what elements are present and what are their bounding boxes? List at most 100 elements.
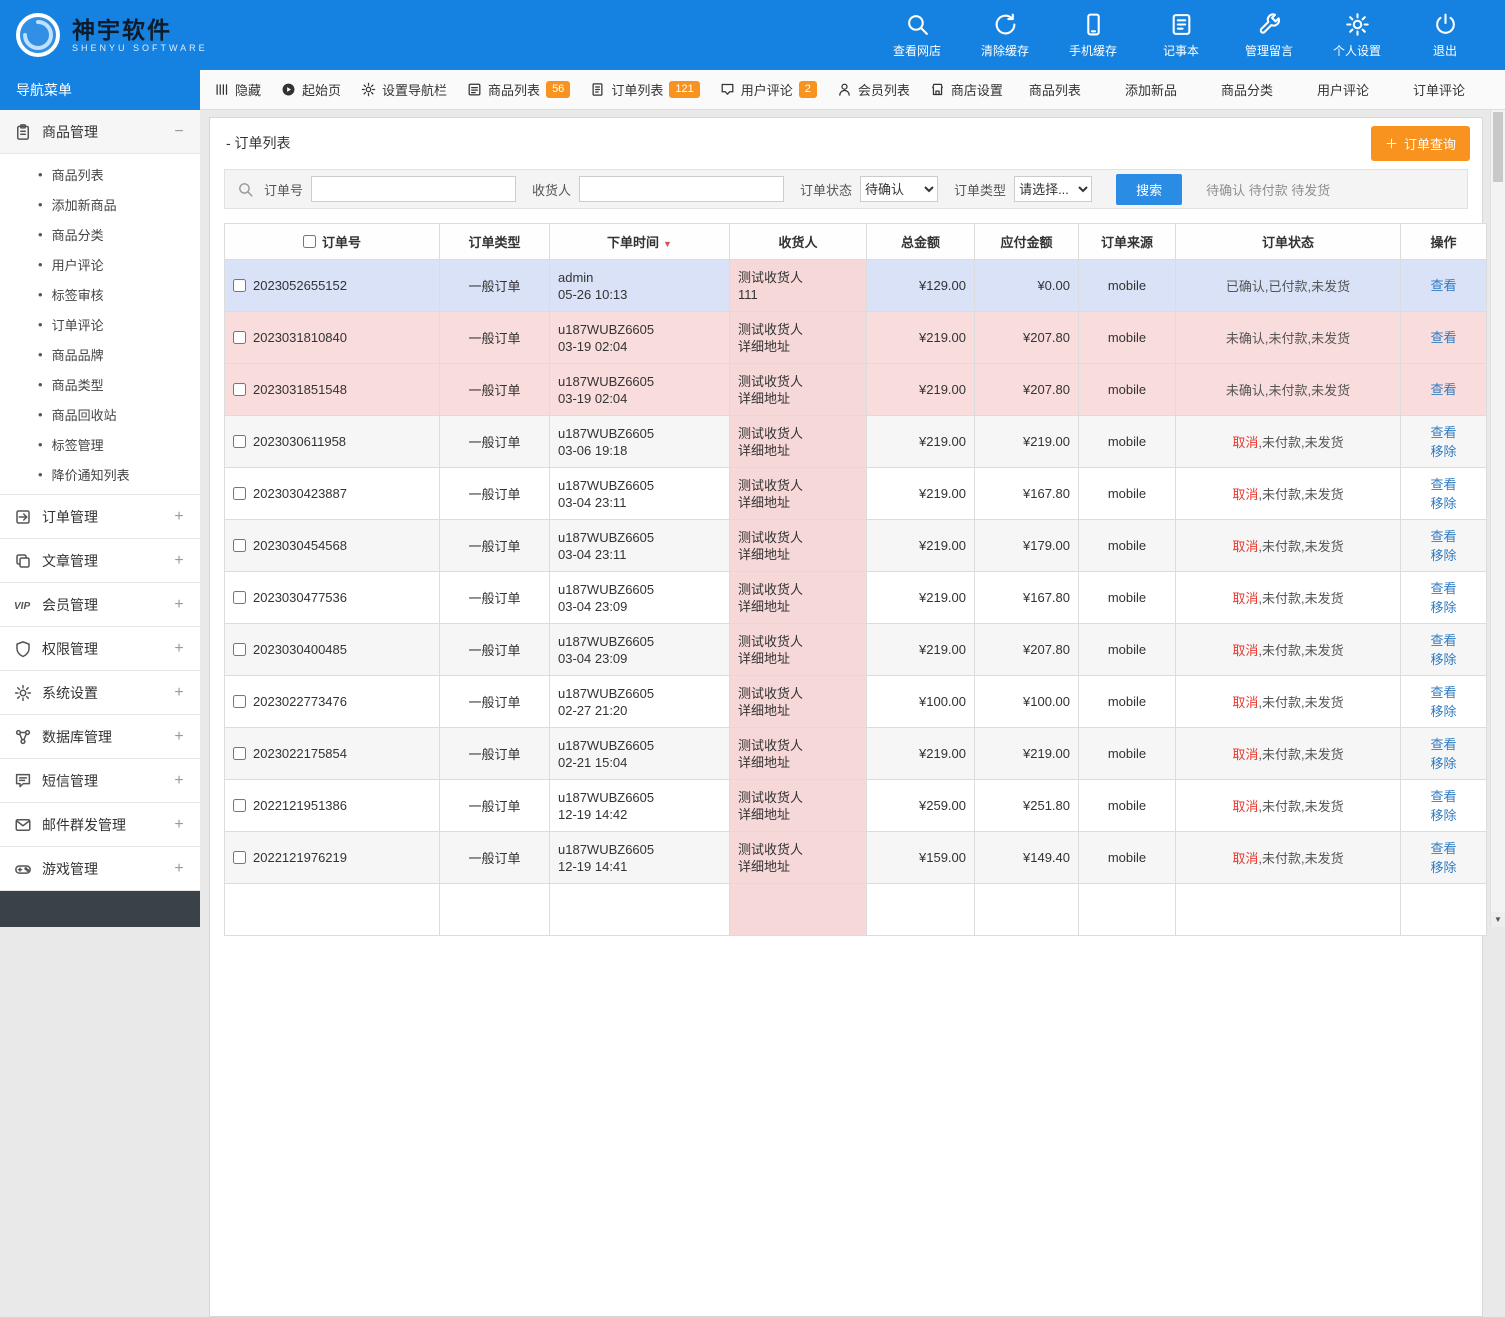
tab-order-list[interactable]: 订单列表121 [590,80,699,99]
expand-toggle-icon[interactable]: + [172,552,186,570]
expand-toggle-icon[interactable]: + [172,508,186,526]
view-link[interactable]: 查看 [1409,475,1478,494]
order-type-select[interactable]: 请选择... [1014,176,1092,202]
expand-toggle-icon[interactable]: + [172,728,186,746]
header-action-logout[interactable]: 退出 [1419,12,1471,59]
sidebar-item-articles[interactable]: 文章管理+ [0,539,200,583]
row-checkbox[interactable] [233,695,246,708]
scroll-down-arrow[interactable]: ▼ [1491,912,1505,927]
sidebar-subitem[interactable]: 降价通知列表 [0,459,200,489]
sidebar-item-database[interactable]: 数据库管理+ [0,715,200,759]
tab-goods-list[interactable]: 商品列表56 [467,80,570,99]
sidebar-subitem[interactable]: 商品回收站 [0,399,200,429]
consignee-input[interactable] [579,176,784,202]
remove-link[interactable]: 移除 [1409,494,1478,513]
view-link[interactable]: 查看 [1409,328,1478,347]
sidebar-subitem[interactable]: 添加新商品 [0,189,200,219]
order-type: 一般订单 [440,364,550,416]
view-link[interactable]: 查看 [1409,527,1478,546]
sidebar-item-members[interactable]: VIP会员管理+ [0,583,200,627]
remove-link[interactable]: 移除 [1409,806,1478,825]
tab-link[interactable]: 用户评论 [1317,80,1369,99]
tab-link[interactable]: 订单评论 [1413,80,1465,99]
view-link[interactable]: 查看 [1409,380,1478,399]
view-link[interactable]: 查看 [1409,839,1478,858]
view-link[interactable]: 查看 [1409,787,1478,806]
remove-link[interactable]: 移除 [1409,598,1478,617]
view-link[interactable]: 查看 [1409,276,1478,295]
remove-link[interactable]: 移除 [1409,754,1478,773]
select-all-checkbox[interactable] [303,235,316,248]
sidebar-item-orders[interactable]: 订单管理+ [0,495,200,539]
row-checkbox[interactable] [233,851,246,864]
header-action-mobile-cache[interactable]: 手机缓存 [1067,12,1119,59]
sidebar-subitem[interactable]: 用户评论 [0,249,200,279]
header-action-manage-messages[interactable]: 管理留言 [1243,12,1295,59]
sidebar-item-system[interactable]: 系统设置+ [0,671,200,715]
expand-toggle-icon[interactable]: + [172,772,186,790]
sidebar-subitem[interactable]: 标签管理 [0,429,200,459]
remove-link[interactable]: 移除 [1409,650,1478,669]
tab-user-comments[interactable]: 用户评论2 [720,80,817,99]
expand-toggle-icon[interactable]: + [172,860,186,878]
sidebar-subitem[interactable]: 商品分类 [0,219,200,249]
row-checkbox[interactable] [233,383,246,396]
header-action-clear-cache[interactable]: 清除缓存 [979,12,1031,59]
vertical-scrollbar[interactable]: ▼ [1490,110,1505,927]
row-checkbox[interactable] [233,279,246,292]
sidebar-subitem[interactable]: 订单评论 [0,309,200,339]
scrollbar-thumb[interactable] [1493,112,1503,182]
expand-toggle-icon[interactable]: + [172,640,186,658]
header-action-view-shop[interactable]: 查看网店 [891,12,943,59]
row-checkbox[interactable] [233,747,246,760]
order-status-select[interactable]: 待确认 [860,176,938,202]
tab-link[interactable]: 商品列表 [1029,80,1081,99]
remove-link[interactable]: 移除 [1409,702,1478,721]
order-actions: 查看 移除 [1401,572,1487,624]
view-link[interactable]: 查看 [1409,631,1478,650]
search-button[interactable]: 搜索 [1116,174,1182,205]
view-link[interactable]: 查看 [1409,735,1478,754]
tool-hide[interactable]: 隐藏 [214,80,261,99]
header-action-personal-settings[interactable]: 个人设置 [1331,12,1383,59]
sidebar-subitem[interactable]: 标签审核 [0,279,200,309]
sidebar-item-goods[interactable]: 商品管理− [0,110,200,154]
sidebar-subitem[interactable]: 商品类型 [0,369,200,399]
sidebar-item-sms[interactable]: 短信管理+ [0,759,200,803]
remove-link[interactable]: 移除 [1409,442,1478,461]
row-checkbox[interactable] [233,539,246,552]
order-no-input[interactable] [311,176,516,202]
view-link[interactable]: 查看 [1409,423,1478,442]
view-link[interactable]: 查看 [1409,683,1478,702]
tab-shop-settings[interactable]: 商店设置 [930,80,1003,99]
sidebar-item-mail[interactable]: 邮件群发管理+ [0,803,200,847]
row-checkbox[interactable] [233,331,246,344]
expand-toggle-icon[interactable]: + [172,684,186,702]
order-query-button[interactable]: 订单查询 [1371,126,1470,161]
row-checkbox[interactable] [233,487,246,500]
view-link[interactable]: 查看 [1409,579,1478,598]
row-checkbox[interactable] [233,643,246,656]
expand-toggle-icon[interactable]: + [172,816,186,834]
col-order-no: 订单号 [322,232,361,251]
expand-toggle-icon[interactable]: − [172,123,186,141]
row-checkbox[interactable] [233,591,246,604]
sidebar-item-permissions[interactable]: 权限管理+ [0,627,200,671]
col-order-time[interactable]: 下单时间▼ [550,224,730,260]
tool-start-page[interactable]: 起始页 [281,80,341,99]
sidebar-subitem[interactable]: 商品列表 [0,159,200,189]
row-checkbox[interactable] [233,435,246,448]
tool-nav-settings[interactable]: 设置导航栏 [361,80,447,99]
tab-member-list[interactable]: 会员列表 [837,80,910,99]
expand-toggle-icon[interactable]: + [172,596,186,614]
row-checkbox[interactable] [233,799,246,812]
remove-link[interactable]: 移除 [1409,858,1478,877]
tab-link[interactable]: 商品分类 [1221,80,1273,99]
tab-link[interactable]: 添加新品 [1125,80,1177,99]
remove-link[interactable]: 移除 [1409,546,1478,565]
table-row: 2023030454568 一般订单 u187WUBZ6605 03-04 23… [225,520,1487,572]
order-type: 一般订单 [440,468,550,520]
header-action-notepad[interactable]: 记事本 [1155,12,1207,59]
sidebar-subitem[interactable]: 商品品牌 [0,339,200,369]
sidebar-item-games[interactable]: 游戏管理+ [0,847,200,891]
